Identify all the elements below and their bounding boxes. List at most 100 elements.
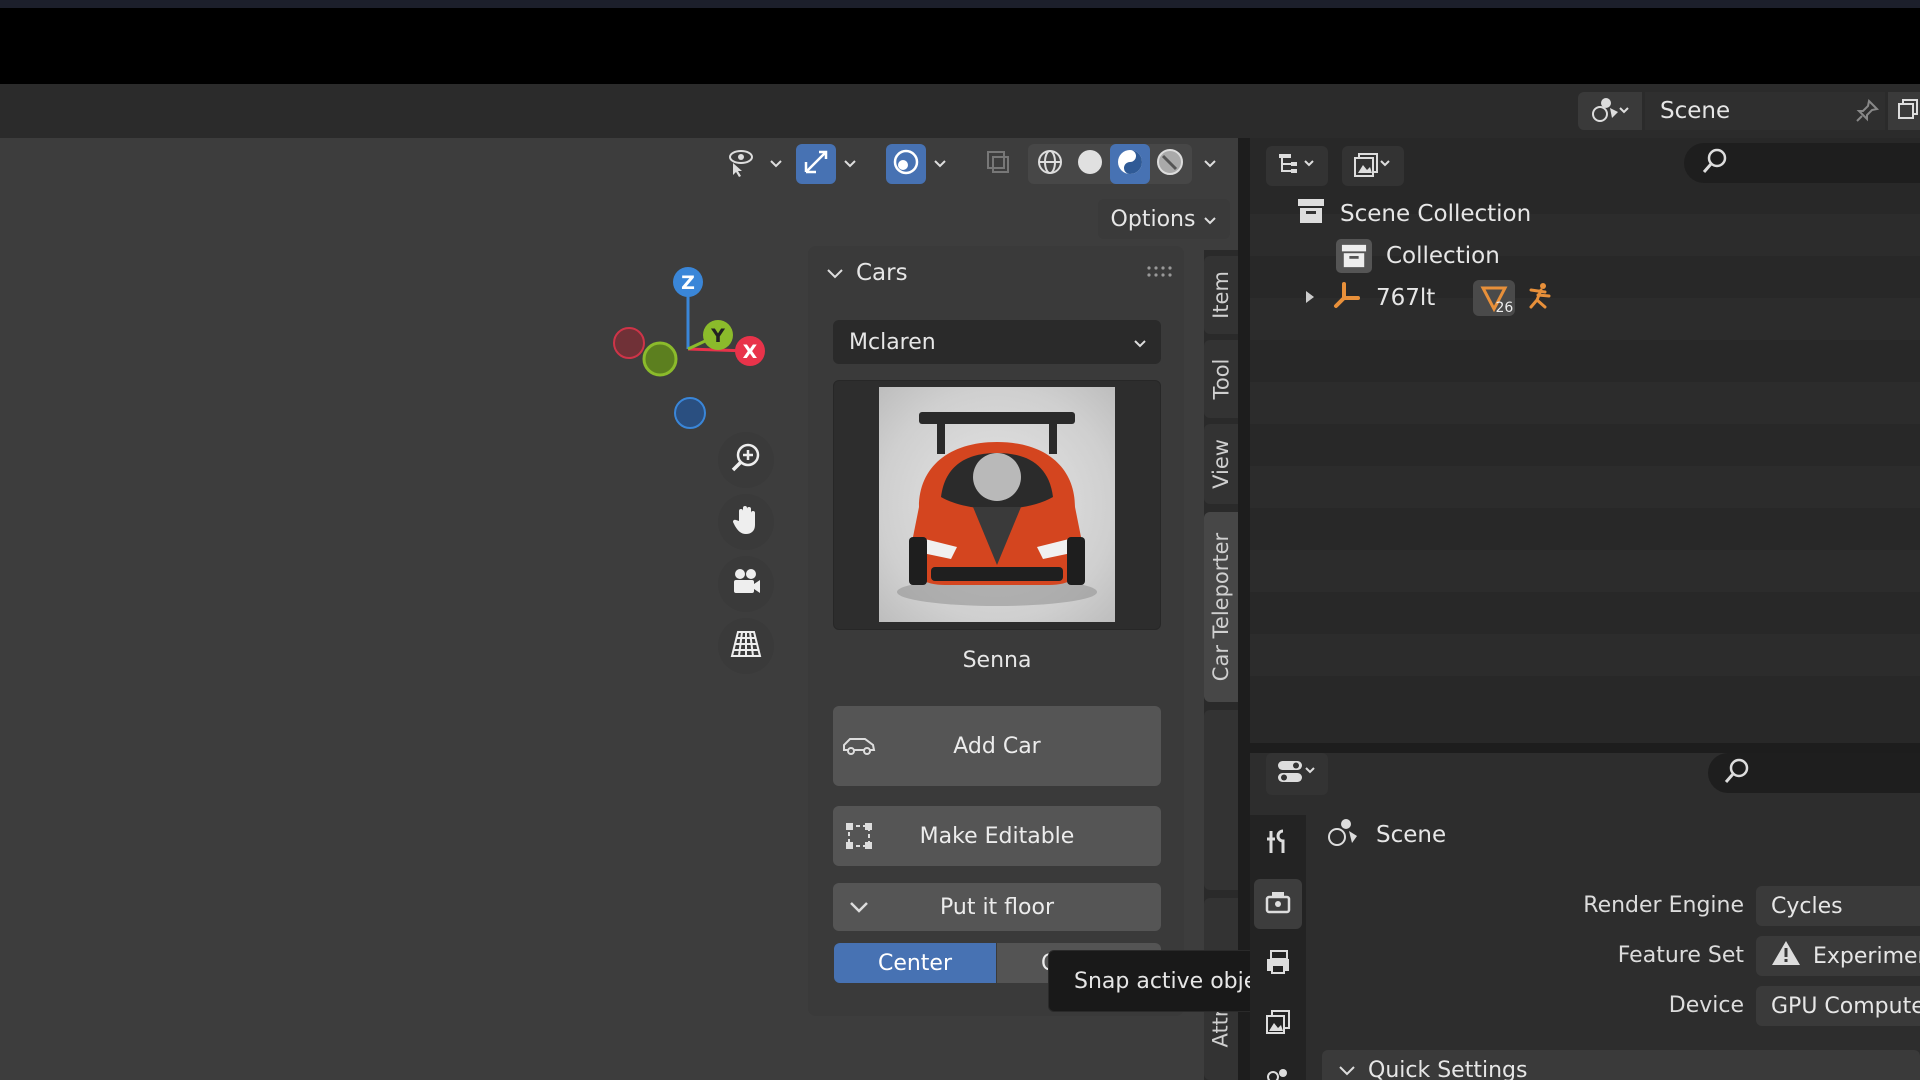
perspective-toggle-button[interactable] xyxy=(718,618,774,674)
cars-panel-title: Cars xyxy=(856,260,908,286)
hand-icon xyxy=(729,503,763,541)
tab-item-label: Item xyxy=(1209,271,1233,319)
rendered-shading-button[interactable] xyxy=(1150,144,1190,184)
tab-tool[interactable]: Tool xyxy=(1204,340,1238,418)
title-area xyxy=(0,8,1920,84)
gizmo-neg-z[interactable] xyxy=(674,397,706,429)
properties-tab-bar xyxy=(1250,815,1306,1080)
chevron-down-icon xyxy=(826,260,844,286)
mesh-children-badge[interactable]: 26 xyxy=(1473,280,1516,316)
chevron-down-icon xyxy=(1133,330,1147,355)
wireframe-shading-button[interactable] xyxy=(1030,144,1070,184)
material-sphere-icon xyxy=(1115,147,1145,181)
armature-pose-icon[interactable] xyxy=(1523,280,1553,316)
overlay-dropdown[interactable] xyxy=(926,144,954,184)
options-label: Options xyxy=(1110,206,1196,232)
drag-handle-icon[interactable] xyxy=(1146,264,1174,280)
shading-dropdown[interactable] xyxy=(1196,144,1224,184)
chevron-down-icon xyxy=(1338,1058,1356,1080)
outliner-object-767lt[interactable]: 767lt 26 xyxy=(1302,278,1553,318)
show-gizmo-button[interactable] xyxy=(796,144,836,184)
tool-properties-tab[interactable] xyxy=(1254,819,1302,869)
xray-group xyxy=(978,144,1018,184)
xray-icon xyxy=(984,148,1012,180)
search-icon xyxy=(1722,756,1752,790)
visibility-dropdown[interactable] xyxy=(762,144,790,184)
device-dropdown[interactable]: GPU Compute xyxy=(1756,986,1920,1026)
gizmo-x-label: X xyxy=(743,341,758,363)
selectability-visibility-button[interactable] xyxy=(722,144,762,184)
center-option-button[interactable]: Center xyxy=(834,943,996,983)
chevron-down-icon xyxy=(841,889,877,925)
scene-name-field[interactable]: Scene xyxy=(1645,92,1885,130)
pin-icon[interactable] xyxy=(1852,96,1882,126)
tab-item[interactable]: Item xyxy=(1204,256,1238,334)
cars-panel-header[interactable]: Cars xyxy=(808,252,1184,294)
toggle-xray-button[interactable] xyxy=(978,144,1018,184)
overlay-group xyxy=(886,144,954,184)
put-it-floor-label: Put it floor xyxy=(940,894,1054,920)
scene-icon xyxy=(1263,1063,1293,1080)
scene-properties-tab[interactable] xyxy=(1254,1055,1302,1080)
add-car-button[interactable]: Add Car xyxy=(833,706,1161,786)
car-preview-image[interactable] xyxy=(879,387,1115,622)
outliner-display-mode-dropdown[interactable] xyxy=(1266,146,1328,186)
properties-editor-type-dropdown[interactable] xyxy=(1266,753,1328,795)
zoom-button[interactable] xyxy=(718,432,774,488)
output-properties-tab[interactable] xyxy=(1254,939,1302,989)
camera-view-button[interactable] xyxy=(718,556,774,612)
scene-icon xyxy=(1326,815,1360,855)
make-editable-label: Make Editable xyxy=(919,823,1075,849)
properties-search-input[interactable] xyxy=(1708,753,1920,793)
show-overlays-button[interactable] xyxy=(886,144,926,184)
outliner-filter-dropdown[interactable] xyxy=(1342,146,1404,186)
wireframe-sphere-icon xyxy=(1035,147,1065,181)
output-printer-icon xyxy=(1263,947,1293,981)
material-preview-shading-button[interactable] xyxy=(1110,144,1150,184)
copy-icon xyxy=(1896,97,1920,125)
render-engine-dropdown[interactable]: Cycles xyxy=(1756,886,1920,926)
image-filter-icon xyxy=(1353,151,1393,181)
collection-box-icon xyxy=(1336,239,1372,273)
gizmo-neg-y[interactable] xyxy=(642,341,678,377)
tab-empty[interactable] xyxy=(1204,710,1238,890)
pan-button[interactable] xyxy=(718,494,774,550)
gizmo-group xyxy=(796,144,864,184)
add-car-label: Add Car xyxy=(953,733,1041,759)
view-layer-properties-tab[interactable] xyxy=(1254,999,1302,1049)
render-engine-label: Render Engine xyxy=(1583,893,1744,918)
gizmo-neg-x[interactable] xyxy=(613,327,645,359)
tab-view[interactable]: View xyxy=(1204,424,1238,504)
gizmo-dropdown[interactable] xyxy=(836,144,864,184)
top-strip xyxy=(0,0,1920,8)
solid-shading-button[interactable] xyxy=(1070,144,1110,184)
area-divider-horizontal[interactable] xyxy=(1250,743,1920,753)
gizmo-arrow-icon xyxy=(801,147,831,181)
expand-arrow-icon[interactable] xyxy=(1302,285,1318,311)
scene-type-dropdown[interactable] xyxy=(1578,92,1642,130)
search-icon xyxy=(1700,146,1730,180)
quick-settings-label: Quick Settings xyxy=(1368,1057,1528,1080)
visibility-group xyxy=(722,144,790,184)
put-it-floor-button[interactable]: Put it floor xyxy=(833,883,1161,931)
eye-cursor-icon xyxy=(725,147,759,181)
outliner-search-input[interactable] xyxy=(1684,143,1920,183)
outliner-scene-collection[interactable]: Scene Collection xyxy=(1296,194,1531,234)
options-dropdown[interactable]: Options xyxy=(1098,199,1230,239)
area-divider-vertical[interactable] xyxy=(1238,138,1250,1080)
quick-settings-panel-header[interactable]: Quick Settings xyxy=(1322,1050,1920,1080)
outliner-collection[interactable]: Collection xyxy=(1336,236,1500,276)
car-brand-dropdown[interactable]: Mclaren xyxy=(833,320,1161,364)
tab-car-teleporter-label: Car Teleporter xyxy=(1209,532,1233,682)
car-brand-value: Mclaren xyxy=(849,329,936,355)
gizmo-z-label: Z xyxy=(681,272,695,294)
tool-wrench-icon xyxy=(1263,827,1293,861)
tab-car-teleporter[interactable]: Car Teleporter xyxy=(1204,512,1238,702)
render-properties-tab[interactable] xyxy=(1254,879,1302,929)
warning-icon xyxy=(1771,939,1801,973)
make-editable-button[interactable]: Make Editable xyxy=(833,806,1161,866)
collection-label: Collection xyxy=(1386,243,1500,269)
navigation-gizmo[interactable]: Z Y X xyxy=(600,255,780,445)
feature-set-dropdown[interactable]: Experimental xyxy=(1756,936,1920,976)
new-scene-button[interactable] xyxy=(1888,92,1920,130)
